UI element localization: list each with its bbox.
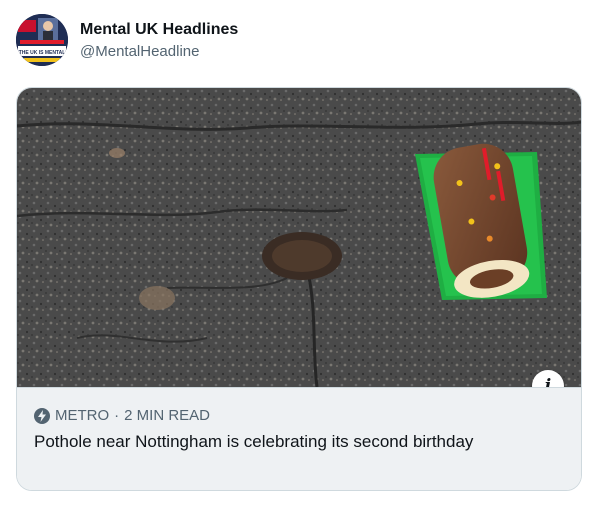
card-source-row: METRO · 2 MIN READ — [34, 407, 210, 424]
avatar[interactable]: THE UK IS MENTAL — [16, 14, 68, 66]
card-headline[interactable]: Pothole near Nottingham is celebrating i… — [34, 431, 554, 453]
news-logo-icon: THE UK IS MENTAL — [16, 14, 68, 66]
lightning-bolt-icon — [34, 407, 50, 424]
card-read-time: 2 MIN READ — [124, 407, 211, 424]
link-card[interactable]: i METRO · 2 MIN READ Pothole near Nottin… — [16, 87, 582, 491]
display-name[interactable]: Mental UK Headlines — [80, 21, 238, 39]
pothole-photo-icon — [17, 88, 581, 387]
card-source: METRO — [55, 407, 110, 424]
tweet-header: THE UK IS MENTAL Mental UK Headlines @Me… — [0, 0, 599, 80]
card-separator: · — [114, 407, 120, 424]
card-footer: METRO · 2 MIN READ Pothole near Nottingh… — [17, 387, 581, 490]
avatar-text: THE UK IS MENTAL — [19, 50, 66, 56]
user-handle[interactable]: @MentalHeadline — [80, 43, 199, 60]
